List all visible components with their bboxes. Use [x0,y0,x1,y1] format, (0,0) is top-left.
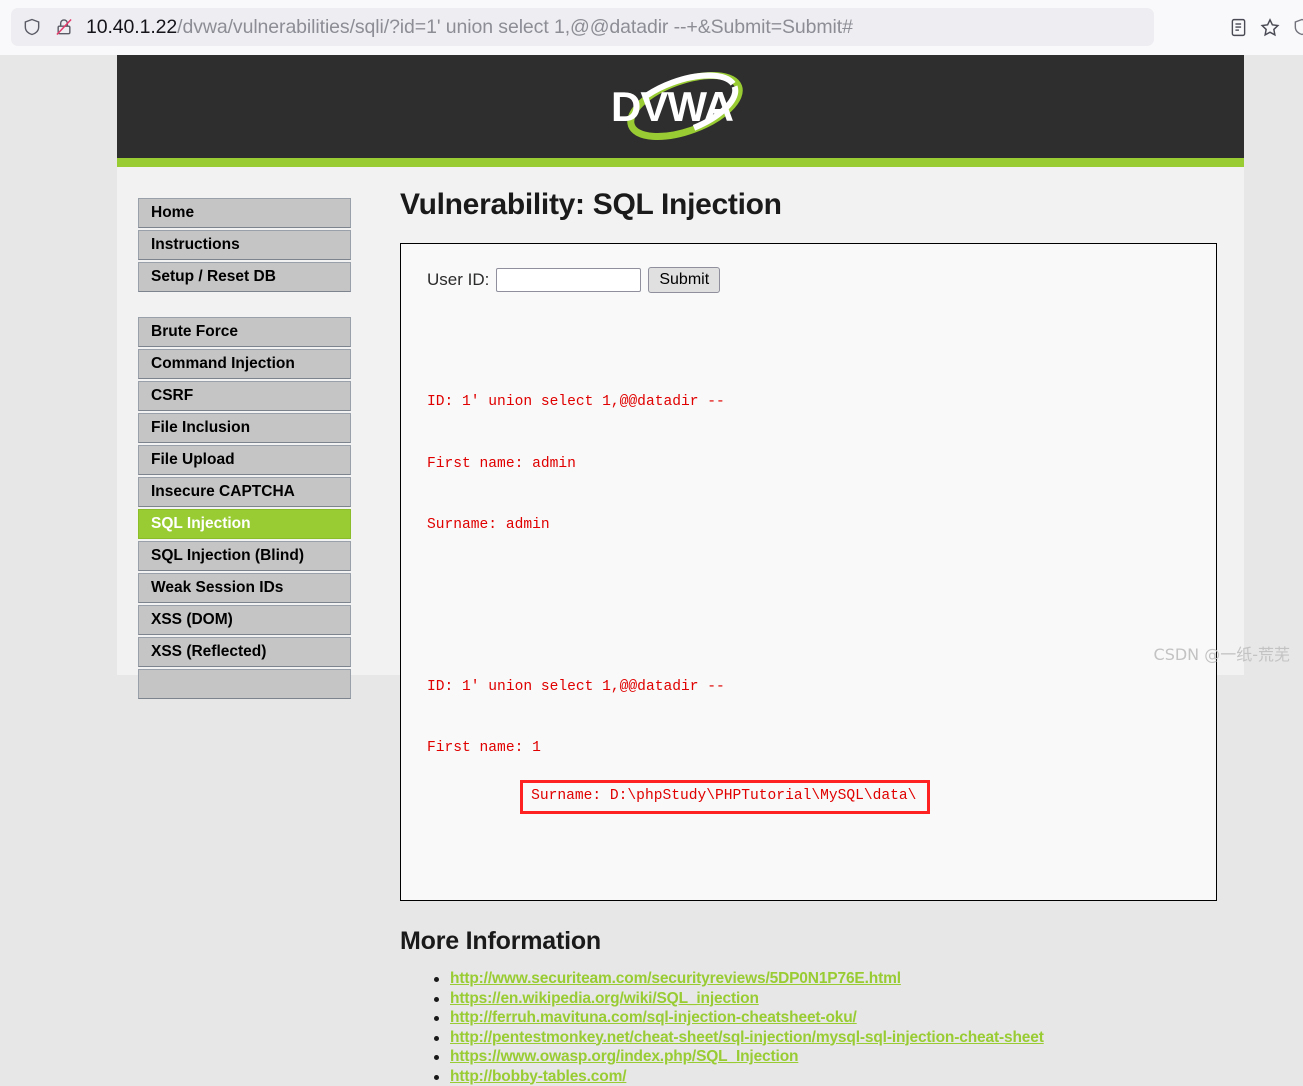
dvwa-page: DVWA Home Instructions Setup / Reset DB … [117,55,1244,675]
shield-icon-edge[interactable] [1291,16,1303,38]
main-content: Vulnerability: SQL Injection User ID: Su… [350,167,1244,1086]
url-path: /dvwa/vulnerabilities/sqli/?id=1' union … [177,16,853,38]
reader-view-icon[interactable] [1227,16,1249,38]
info-link[interactable]: http://www.securiteam.com/securityreview… [450,970,901,987]
url-text[interactable]: 10.40.1.22/dvwa/vulnerabilities/sqli/?id… [86,16,853,39]
list-item: http://ferruh.mavituna.com/sql-injection… [450,1008,1244,1028]
sidebar: Home Instructions Setup / Reset DB Brute… [117,167,350,1086]
result-first-name-line: First name: admin [427,454,1216,475]
more-information-links: http://www.securiteam.com/securityreview… [400,969,1244,1086]
star-bookmark-icon[interactable] [1259,16,1281,38]
svg-text:DVWA: DVWA [611,83,734,130]
sidebar-item-sql-injection[interactable]: SQL Injection [138,509,351,539]
result-id-line: ID: 1' union select 1,@@datadir -- [427,677,1216,698]
sidebar-item-label: Home [151,205,194,221]
sidebar-item-label: Setup / Reset DB [151,269,276,285]
result-first-name-line: First name: 1 [427,738,1216,759]
sidebar-item-label: SQL Injection [151,516,251,532]
sidebar-item-label: Brute Force [151,324,238,340]
more-information-heading: More Information [400,927,1244,956]
dvwa-logo: DVWA [593,70,768,144]
result-id-line: ID: 1' union select 1,@@datadir -- [427,392,1216,413]
sidebar-divider [138,294,350,317]
info-link[interactable]: http://bobby-tables.com/ [450,1068,626,1085]
sidebar-item-label: File Upload [151,452,235,468]
url-host: 10.40.1.22 [86,16,177,38]
list-item: https://en.wikipedia.org/wiki/SQL_inject… [450,989,1244,1009]
sidebar-item-sql-injection-blind[interactable]: SQL Injection (Blind) [138,541,351,571]
sidebar-item-label: Instructions [151,237,240,253]
list-item: http://bobby-tables.com/ [450,1067,1244,1086]
info-link[interactable]: https://www.owasp.org/index.php/SQL_Inje… [450,1048,798,1065]
sidebar-item-home[interactable]: Home [138,198,351,228]
sql-results: ID: 1' union select 1,@@datadir -- First… [427,310,1216,875]
sidebar-item-weak-session-ids[interactable]: Weak Session IDs [138,573,351,603]
info-link[interactable]: http://pentestmonkey.net/cheat-sheet/sql… [450,1029,1044,1046]
sidebar-item-label: File Inclusion [151,420,250,436]
info-link[interactable]: https://en.wikipedia.org/wiki/SQL_inject… [450,990,759,1007]
sidebar-item-label: CSRF [151,388,193,404]
sidebar-item-insecure-captcha[interactable]: Insecure CAPTCHA [138,477,351,507]
submit-button[interactable]: Submit [648,267,720,293]
sidebar-item-label: Weak Session IDs [151,580,283,596]
info-link[interactable]: http://ferruh.mavituna.com/sql-injection… [450,1009,857,1026]
sidebar-item-csrf[interactable]: CSRF [138,381,351,411]
vulnerability-box: User ID: Submit ID: 1' union select 1,@@… [400,243,1217,901]
list-item: http://pentestmonkey.net/cheat-sheet/sql… [450,1028,1244,1048]
result-surname-line: Surname: admin [427,515,1216,536]
list-item: http://www.securiteam.com/securityreview… [450,969,1244,989]
site-header: DVWA [117,55,1244,158]
sidebar-item-brute-force[interactable]: Brute Force [138,317,351,347]
result-surname-line-highlighted: Surname: D:\phpStudy\PHPTutorial\MySQL\d… [520,780,930,814]
toolbar-actions [1162,8,1303,46]
sidebar-item-label: XSS (DOM) [151,612,233,628]
sidebar-item-label: Insecure CAPTCHA [151,484,295,500]
address-bar[interactable]: 10.40.1.22/dvwa/vulnerabilities/sqli/?id… [11,8,1154,46]
sidebar-item-label: Command Injection [151,356,295,372]
sidebar-item-file-upload[interactable]: File Upload [138,445,351,475]
shield-icon[interactable] [21,16,43,38]
user-id-label: User ID: [427,270,489,290]
sidebar-item-command-injection[interactable]: Command Injection [138,349,351,379]
lock-crossed-icon[interactable] [53,16,75,38]
browser-toolbar: 10.40.1.22/dvwa/vulnerabilities/sqli/?id… [0,0,1303,55]
sidebar-item-label: XSS (Reflected) [151,644,266,660]
sidebar-item-label: SQL Injection (Blind) [151,548,304,564]
user-id-form: User ID: Submit [427,267,1216,293]
watermark: CSDN @一纸-荒芜 [1154,641,1290,665]
site-body: Home Instructions Setup / Reset DB Brute… [117,167,1244,1086]
sidebar-item-xss-dom[interactable]: XSS (DOM) [138,605,351,635]
sidebar-item-file-inclusion[interactable]: File Inclusion [138,413,351,443]
page-title: Vulnerability: SQL Injection [400,188,1244,222]
sidebar-item-setup-reset-db[interactable]: Setup / Reset DB [138,262,351,292]
result-row: ID: 1' union select 1,@@datadir -- First… [427,351,1216,577]
sidebar-item-next-partial[interactable] [138,669,351,699]
accent-bar [117,158,1244,167]
result-row: ID: 1' union select 1,@@datadir -- First… [427,636,1216,835]
sidebar-item-xss-reflected[interactable]: XSS (Reflected) [138,637,351,667]
user-id-input[interactable] [496,268,641,292]
list-item: https://www.owasp.org/index.php/SQL_Inje… [450,1047,1244,1067]
sidebar-item-instructions[interactable]: Instructions [138,230,351,260]
